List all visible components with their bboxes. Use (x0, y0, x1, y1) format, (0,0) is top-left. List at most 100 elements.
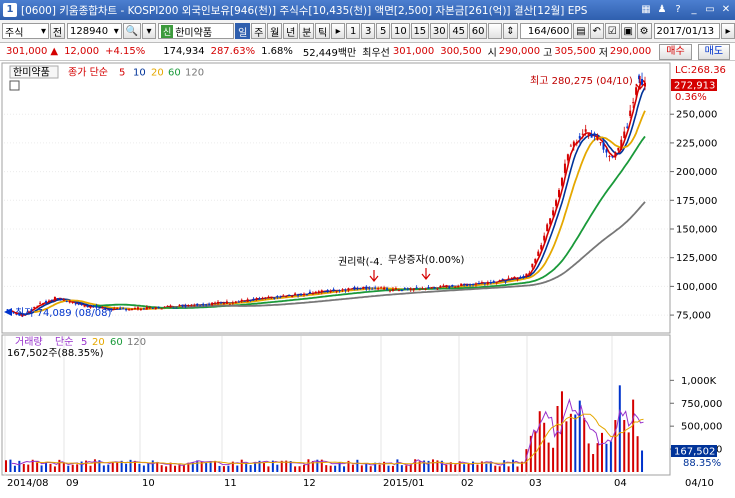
spin-icon[interactable]: ⇕ (503, 23, 518, 39)
candle-body (125, 308, 128, 311)
volume-bar (62, 463, 65, 472)
candle-body (460, 283, 463, 286)
settings-icon[interactable]: ⚙ (636, 23, 652, 39)
x-tick-label: 04 (614, 478, 627, 489)
volume-bar (218, 465, 221, 472)
candle-body (317, 291, 320, 293)
candle-body (157, 306, 160, 309)
sell-button[interactable]: 매도 (697, 43, 731, 60)
period-more[interactable]: ▸ (331, 23, 346, 39)
volume-bar (463, 464, 466, 472)
period-tick[interactable]: 틱 (315, 23, 331, 39)
date-field[interactable]: 2017/01/13 (653, 23, 721, 39)
candle-body (516, 278, 519, 280)
chevron-down-icon: ▾ (113, 25, 119, 37)
candle-body (184, 305, 187, 307)
candle-body (635, 87, 638, 95)
volume-bar (378, 464, 381, 472)
stock-name-field[interactable]: 신 한미약품 (157, 23, 235, 39)
market-select[interactable]: 주식 ▾ (2, 23, 49, 39)
close-icon[interactable]: ✕ (719, 3, 733, 17)
high-label: 고 (543, 48, 553, 59)
candle-body (145, 307, 148, 310)
grid-icon[interactable]: ▦ (639, 3, 653, 17)
restore-icon[interactable]: ▭ (703, 3, 717, 17)
candle-body (353, 287, 356, 290)
candle-body (383, 287, 386, 290)
stock-code-input[interactable]: 128940 ▾ (66, 23, 122, 39)
candle-body (240, 299, 243, 302)
chart-icon[interactable]: ▤ (573, 23, 589, 39)
period-minute[interactable]: 분 (299, 23, 315, 39)
volume-legend-title: 거래량 (15, 336, 43, 348)
minute-10[interactable]: 10 (391, 23, 410, 39)
volume-bar (329, 465, 332, 472)
volume-bar (249, 465, 252, 472)
minute-45[interactable]: 45 (449, 23, 468, 39)
minimize-icon[interactable]: _ (687, 3, 701, 17)
candle-body (199, 305, 202, 307)
grid-toggle-icon[interactable] (9, 80, 20, 91)
candle-body (617, 147, 620, 151)
y-tick-label: 750,000 (681, 399, 722, 410)
candle-body (418, 289, 421, 291)
x-tick-label: 09 (66, 478, 79, 489)
dropdown-icon[interactable]: ▾ (141, 23, 156, 39)
volume-bar (632, 399, 635, 472)
check-icon[interactable]: ☑ (604, 23, 620, 39)
candle-body (122, 308, 125, 310)
candle-body (270, 296, 273, 298)
volume-bar (605, 443, 608, 472)
candle-body (166, 305, 169, 307)
minute-custom[interactable] (488, 23, 503, 39)
market-all-button[interactable]: 전 (50, 23, 65, 39)
candle-body (291, 295, 294, 297)
save-icon[interactable]: ▣ (620, 23, 636, 39)
volume-bar (325, 465, 328, 472)
back-icon[interactable]: ↶ (589, 23, 604, 39)
volume-bar (267, 466, 270, 472)
volume-bar (405, 465, 408, 472)
minute-30[interactable]: 30 (430, 23, 449, 39)
ma120-label: 120 (185, 68, 204, 79)
buy-button[interactable]: 매수 (659, 43, 692, 60)
candle-body (228, 303, 231, 305)
candle-body (403, 288, 406, 290)
minute-60[interactable]: 60 (468, 23, 488, 39)
candle-body (205, 304, 208, 306)
count-field[interactable]: 164/600 (519, 23, 573, 39)
volume-bar (196, 460, 199, 472)
period-week[interactable]: 주 (251, 23, 267, 39)
candle-body (350, 288, 353, 290)
chart-area[interactable]: 한미약품 종가 단순 5 10 20 60 120 최고 280,275 (04… (0, 62, 735, 498)
candle-body (365, 286, 368, 290)
candle-body (472, 284, 475, 286)
period-day[interactable]: 일 (235, 23, 251, 39)
volume-bar (476, 464, 479, 472)
candle-body (528, 272, 531, 275)
minute-1[interactable]: 1 (346, 23, 361, 39)
people-icon[interactable]: ♟ (655, 3, 669, 17)
volume-bar (454, 464, 457, 472)
candle-body (391, 288, 394, 291)
candle-body (377, 288, 380, 290)
volume-bar (498, 466, 501, 472)
volume-bar (636, 436, 639, 472)
help-icon[interactable]: ? (671, 3, 685, 17)
candle-body (480, 282, 483, 284)
period-month[interactable]: 월 (267, 23, 283, 39)
minute-3[interactable]: 3 (361, 23, 376, 39)
window-title: [0600] 키움종합차트 - KOSPI200 외국인보유[946(천)] 주… (21, 4, 588, 17)
search-icon[interactable]: 🔍 (122, 23, 141, 39)
volume-ma-label: 단순 (55, 336, 73, 348)
volume-bar (307, 459, 310, 472)
stock-label: 한미약품 (13, 67, 50, 79)
volume-bar (236, 465, 239, 472)
candle-body (596, 136, 599, 141)
period-year[interactable]: 년 (283, 23, 299, 39)
minute-5[interactable]: 5 (376, 23, 391, 39)
scroll-right-icon[interactable]: ▸ (721, 23, 735, 39)
candle-body (531, 263, 534, 268)
minute-15[interactable]: 15 (410, 23, 430, 39)
volume-tag: 167,502 (674, 447, 715, 458)
